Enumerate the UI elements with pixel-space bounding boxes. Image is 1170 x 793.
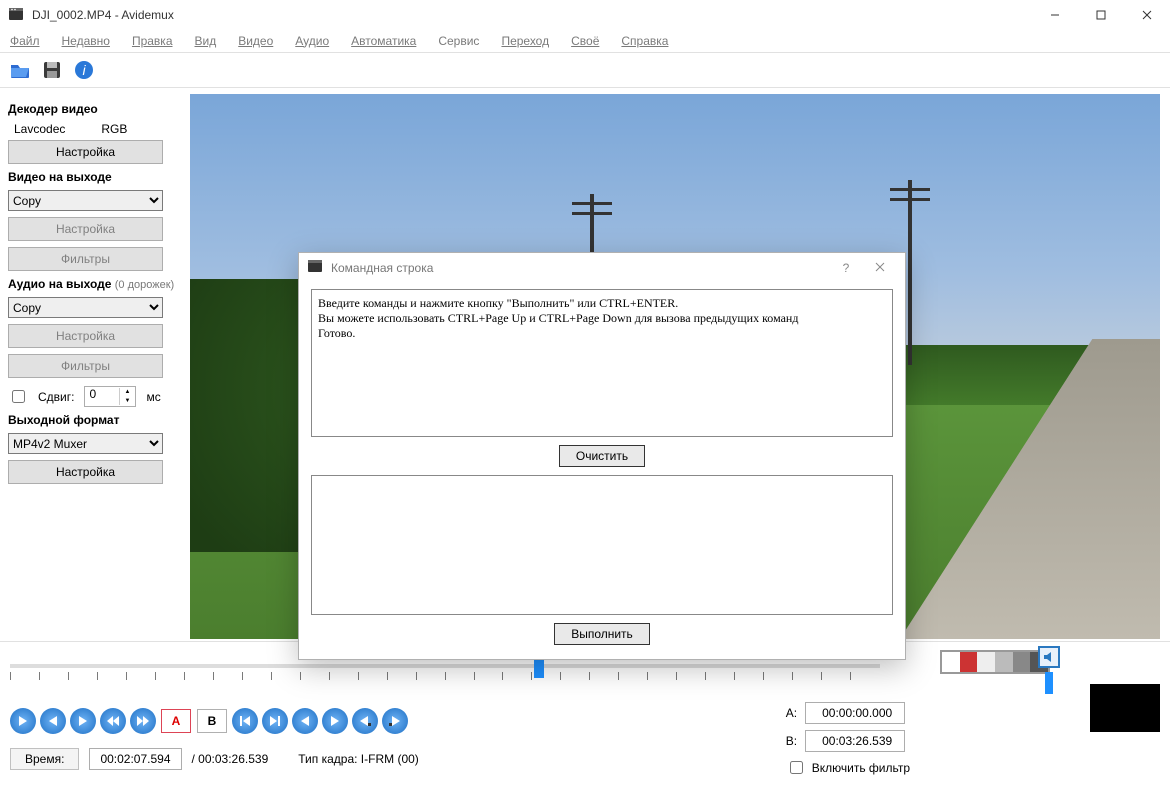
dialog-run-button[interactable]: Выполнить [554,623,650,645]
next-keyframe-button[interactable] [322,708,348,734]
audio-out-select[interactable]: Copy [8,297,163,318]
menu-service[interactable]: Сервис [432,32,485,50]
transport-controls: A B [10,708,1160,734]
shift-up-icon[interactable]: ▲ [119,388,134,397]
marker-a-value: 00:00:00.000 [805,702,905,724]
dialog-close-button[interactable] [863,261,897,275]
footer: A B Время: 00:02:07.594 / 00:03:26.539 Т… [0,641,1170,793]
video-out-select[interactable]: Copy [8,190,163,211]
dialog-clear-button[interactable]: Очистить [559,445,645,467]
output-format-configure-button[interactable]: Настройка [8,460,163,484]
time-value[interactable]: 00:02:07.594 [89,748,181,770]
total-duration: / 00:03:26.539 [192,752,269,766]
dialog-log-area[interactable]: Введите команды и нажмите кнопку "Выполн… [311,289,893,437]
rewind-button[interactable] [100,708,126,734]
dialog-title: Командная строка [331,261,433,275]
decoder-title: Декодер видео [8,102,182,116]
play-button[interactable] [10,708,36,734]
sidebar: Декодер видео Lavcodec RGB Настройка Вид… [0,88,190,641]
toolbar: i [0,52,1170,88]
shift-unit: мс [146,390,160,404]
shift-label: Сдвиг: [38,390,74,404]
shift-value-field[interactable]: 0 ▲▼ [84,386,136,407]
window-maximize-button[interactable] [1078,0,1124,30]
audio-out-filters-button[interactable]: Фильтры [8,354,163,378]
video-out-filters-button[interactable]: Фильтры [8,247,163,271]
forward-button[interactable] [130,708,156,734]
window-title: DJI_0002.MP4 - Avidemux [32,8,1032,22]
window-minimize-button[interactable] [1032,0,1078,30]
next-black-frame-button[interactable] [382,708,408,734]
decoder-colorspace: RGB [101,122,127,136]
decoder-configure-button[interactable]: Настройка [8,140,163,164]
menu-help[interactable]: Справка [615,32,674,50]
audio-out-configure-button[interactable]: Настройка [8,324,163,348]
prev-frame-button[interactable] [40,708,66,734]
goto-end-button[interactable] [262,708,288,734]
menu-edit[interactable]: Правка [126,32,179,50]
command-line-dialog: Командная строка ? Введите команды и наж… [298,252,906,660]
timeline-thumb[interactable] [534,660,544,678]
timeline-ruler [10,672,880,686]
decoder-codec: Lavcodec [14,122,65,136]
enable-filter-checkbox[interactable] [790,761,803,774]
marker-b-label: B: [786,734,797,748]
audio-tracks-count: (0 дорожек) [115,279,174,291]
marker-a-label: A: [786,706,797,720]
menu-auto[interactable]: Автоматика [345,32,422,50]
window-close-button[interactable] [1124,0,1170,30]
window-titlebar: DJI_0002.MP4 - Avidemux [0,0,1170,30]
shift-down-icon[interactable]: ▼ [119,397,134,406]
next-frame-button[interactable] [70,708,96,734]
audio-out-title: Аудио на выходе (0 дорожек) [8,277,182,291]
save-file-button[interactable] [38,56,66,84]
menu-recent[interactable]: Недавно [56,32,116,50]
prev-keyframe-button[interactable] [292,708,318,734]
preview-thumbnail [1090,684,1160,732]
video-out-title: Видео на выходе [8,170,182,184]
enable-filter-label: Включить фильтр [812,761,910,775]
time-label: Время: [10,748,79,770]
volume-icon[interactable] [1038,646,1060,668]
volume-slider[interactable] [1045,672,1053,694]
menu-video[interactable]: Видео [232,32,279,50]
video-out-configure-button[interactable]: Настройка [8,217,163,241]
prev-black-frame-button[interactable] [352,708,378,734]
set-marker-a-button[interactable]: A [161,709,191,733]
shift-checkbox[interactable] [12,390,25,403]
menu-file[interactable]: Файл [4,32,46,50]
open-file-button[interactable] [6,56,34,84]
output-format-select[interactable]: MP4v2 Muxer [8,433,163,454]
color-bar [940,650,1050,674]
dialog-help-button[interactable]: ? [829,261,863,275]
dialog-icon [307,259,323,278]
menu-go[interactable]: Переход [495,32,555,50]
frame-type: Тип кадра: I-FRM (00) [298,752,419,766]
menu-custom[interactable]: Своё [565,32,605,50]
info-button[interactable]: i [70,56,98,84]
dialog-input-area[interactable] [311,475,893,615]
menu-view[interactable]: Вид [189,32,223,50]
timeline-track[interactable] [10,664,880,668]
menubar: Файл Недавно Правка Вид Видео Аудио Авто… [0,30,1170,52]
set-marker-b-button[interactable]: B [197,709,227,733]
app-icon [8,7,24,23]
goto-start-button[interactable] [232,708,258,734]
output-format-title: Выходной формат [8,413,182,427]
marker-b-value: 00:03:26.539 [805,730,905,752]
menu-audio[interactable]: Аудио [289,32,335,50]
